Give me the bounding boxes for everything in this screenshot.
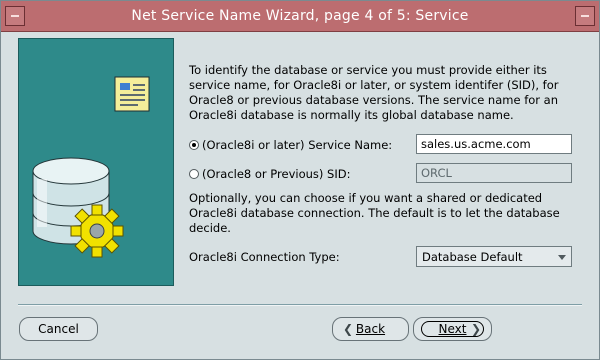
separator xyxy=(18,304,582,306)
description-text: To identify the database or service you … xyxy=(189,63,559,122)
chevron-down-icon[interactable] xyxy=(558,255,566,260)
document-icon xyxy=(114,76,150,112)
back-chevron-icon: ❮ xyxy=(343,322,354,336)
window-menu-icon[interactable] xyxy=(5,6,25,26)
sid-input[interactable]: ORCL xyxy=(416,163,572,183)
connection-type-value: Database Default xyxy=(422,250,523,264)
radio-selected-icon[interactable] xyxy=(189,140,199,150)
back-button[interactable]: ❮ Back xyxy=(332,317,409,341)
title-bar: Net Service Name Wizard, page 4 of 5: Se… xyxy=(1,1,599,32)
cancel-button[interactable]: Cancel xyxy=(19,317,98,341)
wizard-illustration xyxy=(18,38,174,286)
connection-type-label: Oracle8i Connection Type: xyxy=(189,250,340,264)
minimize-icon[interactable] xyxy=(575,6,595,26)
connection-description: Optionally, you can choose if you want a… xyxy=(189,191,560,235)
service-name-radio[interactable]: (Oracle8i or later) Service Name: xyxy=(189,138,392,152)
window-title: Net Service Name Wizard, page 4 of 5: Se… xyxy=(131,8,469,24)
gear-icon xyxy=(70,204,124,258)
sid-radio[interactable]: (Oracle8 or Previous) SID: xyxy=(189,167,350,181)
back-label: Back xyxy=(355,322,386,336)
service-name-input[interactable]: sales.us.acme.com xyxy=(416,134,572,154)
wizard-window: Net Service Name Wizard, page 4 of 5: Se… xyxy=(0,0,600,360)
connection-type-select[interactable]: Database Default xyxy=(416,246,572,267)
radio-unselected-icon[interactable] xyxy=(189,169,199,179)
service-name-label: (Oracle8i or later) Service Name: xyxy=(202,138,393,152)
sid-label: (Oracle8 or Previous) SID: xyxy=(202,167,351,181)
next-focus-ring xyxy=(421,321,484,337)
